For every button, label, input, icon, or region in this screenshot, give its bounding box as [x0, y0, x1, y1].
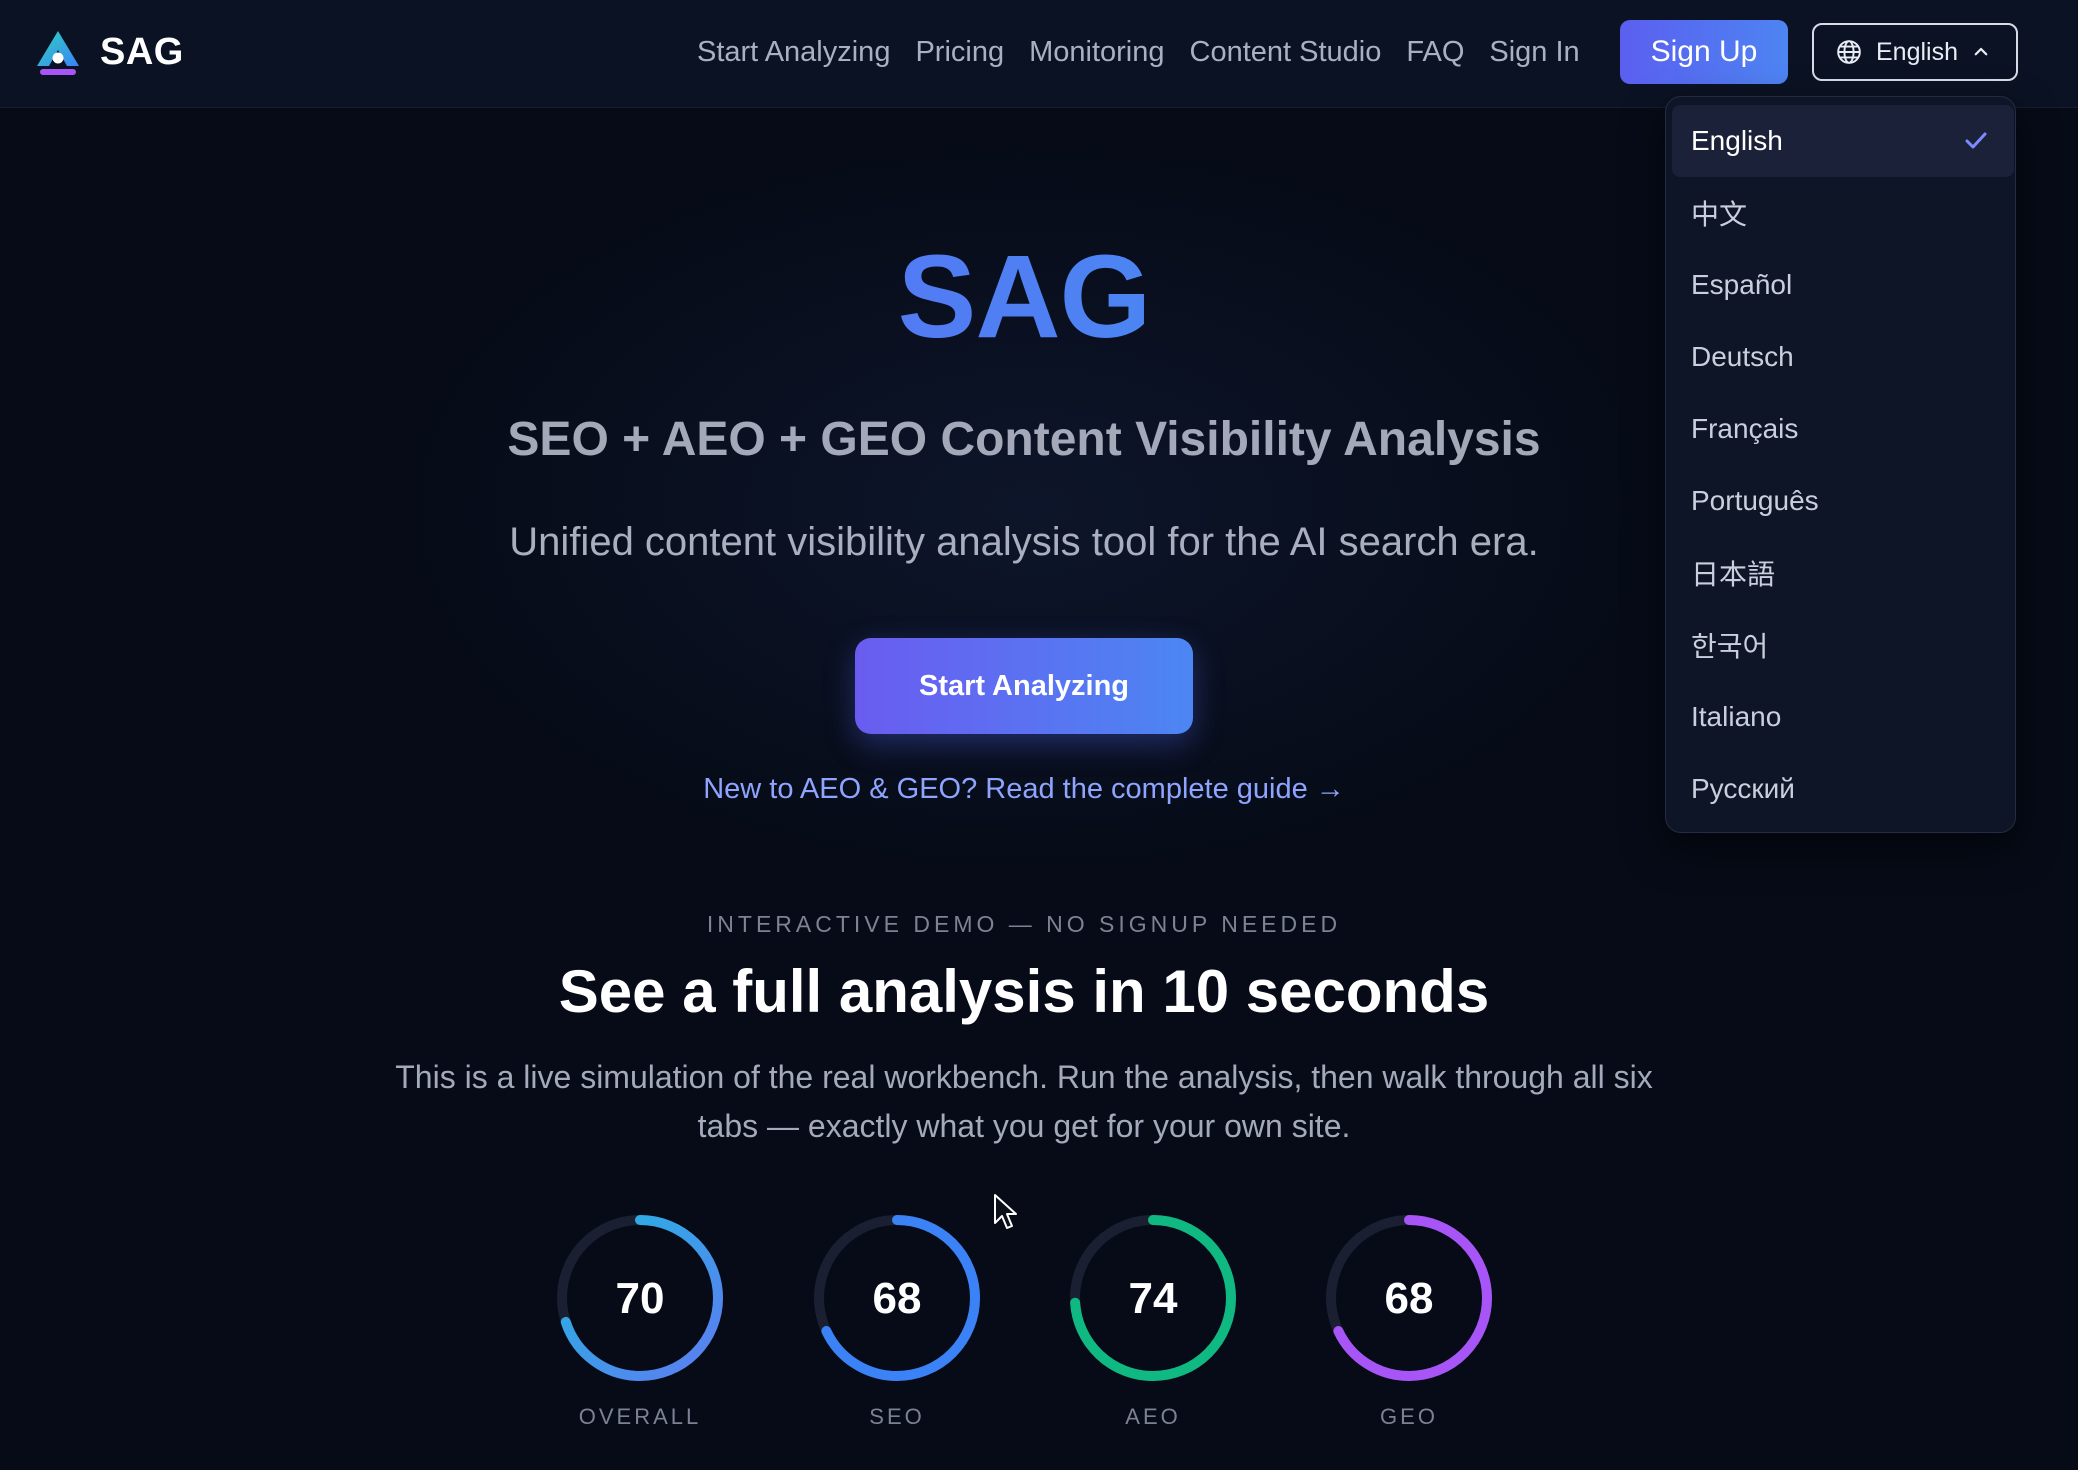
score-gauge-seo: 68 SEO	[802, 1212, 992, 1430]
language-option-english[interactable]: English	[1672, 105, 2014, 177]
language-option-french[interactable]: Français	[1666, 393, 2015, 465]
nav-monitoring[interactable]: Monitoring	[1029, 36, 1164, 69]
language-option-korean[interactable]: 한국어	[1666, 609, 2015, 681]
language-selector-label: English	[1876, 37, 1958, 66]
language-option-chinese[interactable]: 中文	[1666, 177, 2015, 249]
demo-description: This is a live simulation of the real wo…	[395, 1059, 1653, 1144]
sag-logo-icon	[37, 31, 79, 75]
language-option-label: English	[1691, 125, 1783, 156]
nav-links: Start Analyzing Pricing Monitoring Conte…	[697, 32, 1605, 72]
language-option-japanese[interactable]: 日本語	[1666, 537, 2015, 609]
nav-start-analyzing[interactable]: Start Analyzing	[697, 36, 890, 69]
language-option-russian[interactable]: Русский	[1666, 753, 2015, 825]
start-analyzing-button[interactable]: Start Analyzing	[855, 638, 1193, 734]
score-label: AEO	[1125, 1404, 1181, 1429]
chevron-up-icon	[1972, 43, 1990, 61]
score-label: SEO	[869, 1404, 925, 1429]
brand-logo[interactable]: SAG	[32, 28, 184, 76]
demo-eyebrow: INTERACTIVE DEMO — NO SIGNUP NEEDED	[706, 911, 1342, 937]
check-icon	[1964, 131, 1988, 151]
language-option-german[interactable]: Deutsch	[1666, 321, 2015, 393]
top-nav: SAG Start Analyzing Pricing Monitoring C…	[0, 0, 2078, 108]
globe-icon	[1836, 39, 1862, 65]
score-value: 74	[1128, 1274, 1178, 1323]
score-value: 68	[1384, 1274, 1434, 1323]
nav-content-studio[interactable]: Content Studio	[1190, 36, 1382, 69]
mouse-cursor-icon	[994, 1194, 1017, 1229]
score-label: OVERALL	[578, 1404, 702, 1429]
score-gauge-aeo: 74 AEO	[1058, 1212, 1248, 1430]
nav-faq[interactable]: FAQ	[1406, 36, 1464, 69]
language-selector-button[interactable]: English	[1812, 23, 2018, 81]
demo-title: See a full analysis in 10 seconds	[558, 958, 1490, 1025]
score-value: 70	[615, 1274, 665, 1323]
score-gauge-overall: 70 OVERALL	[545, 1212, 735, 1430]
nav-sign-in[interactable]: Sign In	[1489, 36, 1579, 69]
score-value: 68	[872, 1274, 922, 1323]
language-option-portuguese[interactable]: Português	[1666, 465, 2015, 537]
language-option-italian[interactable]: Italiano	[1666, 681, 2015, 753]
score-gauge-geo: 68 GEO	[1314, 1212, 1504, 1430]
language-option-spanish[interactable]: Español	[1666, 249, 2015, 321]
sign-up-button[interactable]: Sign Up	[1620, 20, 1788, 84]
score-label: GEO	[1380, 1404, 1438, 1429]
nav-pricing[interactable]: Pricing	[915, 36, 1004, 69]
brand-name: SAG	[100, 30, 184, 73]
language-dropdown-menu: English 中文 Español Deutsch Français Port…	[1665, 96, 2016, 833]
